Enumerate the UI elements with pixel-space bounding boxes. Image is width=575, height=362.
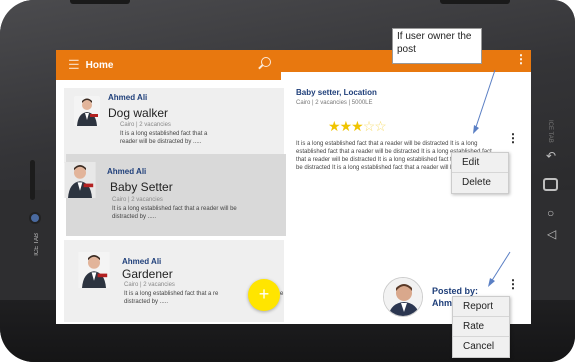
job-meta: Cairo | 2 vacancies	[120, 122, 171, 128]
avatar	[76, 252, 112, 288]
cancel-menu-item[interactable]: Cancel	[453, 337, 509, 357]
job-description-tail: e	[280, 291, 284, 297]
job-title: Dog walker	[108, 106, 169, 120]
job-title: Baby Setter	[110, 180, 173, 194]
annotation-arrow	[488, 251, 511, 287]
device-brand-right: ICE TAB	[547, 120, 553, 143]
poster-name: Ahmed Ali	[107, 167, 147, 176]
device-brand-left: ICE TAB	[34, 233, 40, 256]
avatar	[62, 162, 98, 198]
app-bar-title: Home	[85, 59, 114, 71]
star-empty-icon: ☆	[374, 118, 387, 134]
star-filled-icon: ★	[328, 118, 341, 134]
posted-by-name: Ahm	[432, 298, 452, 308]
job-description: It is a long established fact that a re	[124, 291, 219, 297]
back-icon[interactable]: ↶	[546, 150, 556, 162]
job-title: Gardener	[122, 267, 173, 281]
rating-stars: ★★★☆☆	[328, 118, 387, 135]
poster-avatar[interactable]	[383, 277, 423, 317]
report-menu-item[interactable]: Report	[453, 297, 509, 317]
job-description: distracted by .....	[112, 214, 157, 220]
owner-options-menu: Edit Delete	[451, 152, 509, 194]
hamburger-menu-icon[interactable]: ☰	[68, 57, 80, 73]
back-triangle-icon[interactable]: ◁	[547, 228, 556, 240]
search-icon[interactable]	[261, 57, 271, 67]
rate-menu-item[interactable]: Rate	[453, 317, 509, 337]
device-top-rail	[440, 0, 510, 4]
annotation-note: If user owner the post	[392, 28, 482, 64]
device-camera-icon	[29, 212, 41, 224]
poster-options-menu: Report Rate Cancel	[452, 296, 510, 358]
job-description: distracted by .....	[124, 299, 169, 305]
recent-apps-icon[interactable]	[543, 178, 558, 191]
job-description: It is a long established fact that a rea…	[112, 206, 237, 212]
job-meta: Cairo | 2 vacancies	[112, 197, 163, 203]
star-filled-icon: ★	[351, 118, 364, 134]
device-top-rail	[70, 0, 130, 4]
star-empty-icon: ☆	[362, 118, 376, 134]
app-bar: ☰ Home	[56, 50, 281, 80]
device-side-button[interactable]	[30, 160, 35, 200]
post-options-icon[interactable]: ⋮	[507, 132, 519, 144]
job-meta: Cairo | 2 vacancies	[124, 282, 175, 288]
job-description: It is a long established fact that a	[120, 131, 208, 137]
annotation-arrow	[473, 69, 496, 134]
list-item[interactable]: Ahmed Ali Dog walker Cairo | 2 vacancies…	[64, 88, 284, 163]
avatar	[74, 96, 100, 126]
posted-by-label: Posted by:	[432, 286, 479, 296]
list-item[interactable]: Ahmed Ali Gardener Cairo | 2 vacancies I…	[64, 240, 284, 322]
edit-menu-item[interactable]: Edit	[452, 153, 508, 173]
job-description: reader will be distracted by .....	[120, 139, 202, 145]
star-filled-icon: ★	[339, 118, 353, 134]
detail-meta: Cairo | 2 vacancies | 5000LE	[296, 100, 373, 106]
home-circle-icon[interactable]: ○	[547, 207, 554, 219]
overflow-menu-icon[interactable]: ⋮	[515, 52, 527, 66]
poster-name: Ahmed Ali	[108, 93, 148, 102]
add-post-button[interactable]: +	[248, 279, 280, 311]
poster-name: Ahmed Ali	[122, 257, 162, 266]
list-item[interactable]: Ahmed Ali Baby Setter Cairo | 2 vacancie…	[64, 154, 286, 236]
delete-menu-item[interactable]: Delete	[452, 173, 508, 193]
detail-title: Baby setter, Location	[296, 88, 377, 97]
